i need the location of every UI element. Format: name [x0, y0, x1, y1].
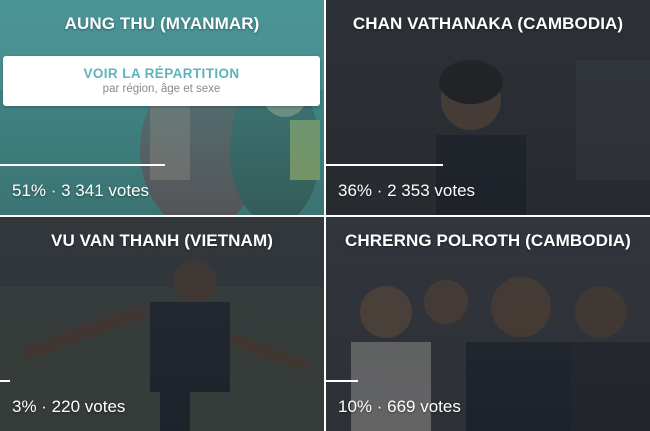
vote-bar: [0, 380, 10, 382]
breakdown-title: VOIR LA RÉPARTITION: [83, 66, 240, 81]
vote-bar: [0, 164, 165, 166]
vote-bar-fill: [0, 380, 10, 382]
vote-bar-fill: [0, 164, 165, 166]
candidate-name: CHRERNG POLROTH (CAMBODIA): [345, 231, 631, 250]
vote-stats: 3% · 220 votes: [12, 397, 126, 416]
vote-stats: 36% · 2 353 votes: [338, 181, 476, 200]
vote-bar: [326, 164, 443, 166]
vote-stats: 51% · 3 341 votes: [12, 181, 150, 200]
candidate-name: AUNG THU (MYANMAR): [64, 14, 260, 33]
candidate-card-chrerng-polroth[interactable]: CHRERNG POLROTH (CAMBODIA) 10% · 669 vot…: [326, 217, 650, 431]
candidate-name: CHAN VATHANAKA (CAMBODIA): [352, 14, 624, 33]
candidate-card-aung-thu[interactable]: AUNG THU (MYANMAR) VOIR LA RÉPARTITION p…: [0, 0, 324, 215]
view-breakdown-button[interactable]: VOIR LA RÉPARTITION par région, âge et s…: [3, 56, 320, 106]
vote-bar-fill: [326, 380, 358, 382]
candidate-card-vu-van-thanh[interactable]: VU VAN THANH (VIETNAM) 3% · 220 votes: [0, 217, 324, 431]
poll-results-grid: AUNG THU (MYANMAR) VOIR LA RÉPARTITION p…: [0, 0, 650, 431]
vote-stats: 10% · 669 votes: [338, 397, 461, 416]
breakdown-subtitle: par région, âge et sexe: [102, 83, 221, 95]
vote-bar: [326, 380, 358, 382]
candidate-name: VU VAN THANH (VIETNAM): [51, 231, 273, 250]
candidate-card-chan-vathanaka[interactable]: CHAN VATHANAKA (CAMBODIA) 36% · 2 353 vo…: [326, 0, 650, 215]
vote-bar-fill: [326, 164, 443, 166]
